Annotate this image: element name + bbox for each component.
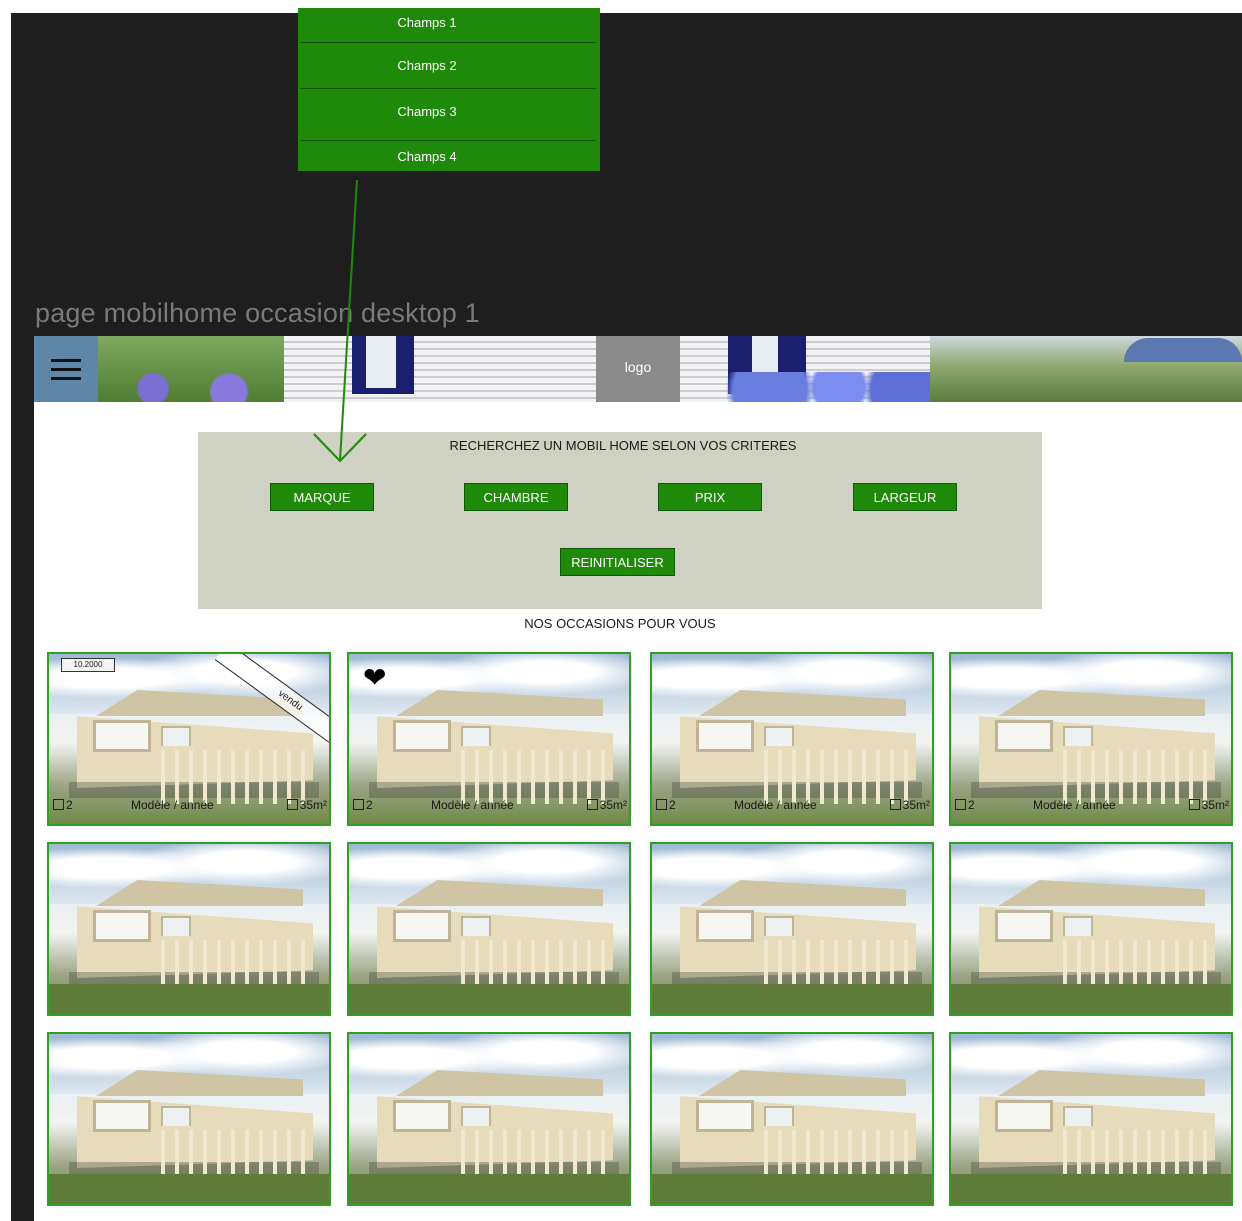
dropdown-menu: Champs 1 Champs 2 Champs 3 Champs 4	[298, 8, 600, 171]
listing-card[interactable]: 2 Modèle / année 35m²	[650, 652, 934, 826]
listing-card[interactable]: 2 Modèle / année 35m²	[949, 652, 1233, 826]
dropdown-item-champs-3[interactable]: Champs 3	[298, 90, 600, 138]
bed-icon	[53, 799, 64, 810]
listing-card[interactable]	[47, 842, 331, 1016]
banner-garden	[96, 336, 286, 402]
bed-count: 2	[53, 798, 73, 812]
area-icon	[286, 799, 298, 810]
card-info: 2 Modèle / année 35m²	[349, 796, 629, 816]
logo[interactable]: logo	[596, 336, 680, 402]
area: 35m²	[586, 798, 627, 812]
listing-card[interactable]	[347, 1032, 631, 1206]
banner-flowers	[724, 372, 954, 402]
bed-icon	[353, 799, 364, 810]
listing-card[interactable]	[949, 1032, 1233, 1206]
filter-marque-button[interactable]: MARQUE	[270, 483, 374, 511]
reset-button[interactable]: REINITIALISER	[560, 548, 675, 576]
model-year: Modèle / année	[1033, 798, 1116, 812]
card-info: 2 Modèle / année 35m²	[652, 796, 932, 816]
dropdown-item-champs-1[interactable]: Champs 1	[298, 12, 600, 34]
area: 35m²	[889, 798, 930, 812]
banner-roof	[1124, 338, 1242, 362]
divider	[300, 88, 596, 89]
heart-icon[interactable]: ❤	[363, 664, 386, 692]
page-frame: logo RECHERCHEZ UN MOBIL HOME SELON VOS …	[34, 336, 1242, 1221]
date-badge: 10.2000	[61, 658, 115, 672]
listing-card[interactable]	[650, 1032, 934, 1206]
listing-card[interactable]: 10.2000 vendu 2 Modèle / année 35m²	[47, 652, 331, 826]
bed-count: 2	[656, 798, 676, 812]
dropdown-item-champs-2[interactable]: Champs 2	[298, 44, 600, 88]
canvas-top-edge	[0, 0, 1242, 13]
model-year: Modèle / année	[734, 798, 817, 812]
hamburger-icon[interactable]	[34, 336, 98, 402]
divider	[300, 42, 596, 43]
search-panel: RECHERCHEZ UN MOBIL HOME SELON VOS CRITE…	[198, 432, 1042, 609]
model-year: Modèle / année	[431, 798, 514, 812]
listing-card[interactable]	[347, 842, 631, 1016]
filter-largeur-button[interactable]: LARGEUR	[853, 483, 957, 511]
filter-chambre-button[interactable]: CHAMBRE	[464, 483, 568, 511]
section-title: NOS OCCASIONS POUR VOUS	[524, 616, 716, 631]
bed-icon	[656, 799, 667, 810]
area-icon	[1188, 799, 1200, 810]
header-banner: logo	[34, 336, 1242, 402]
frame-label: page mobilhome occasion desktop 1	[35, 298, 480, 328]
card-info: 2 Modèle / année 35m²	[49, 796, 329, 816]
bed-count: 2	[353, 798, 373, 812]
listing-card[interactable]: ❤ 2 Modèle / année 35m²	[347, 652, 631, 826]
search-title: RECHERCHEZ UN MOBIL HOME SELON VOS CRITE…	[449, 438, 797, 453]
canvas-left-edge	[0, 0, 11, 1221]
filter-prix-button[interactable]: PRIX	[658, 483, 762, 511]
area-icon	[889, 799, 901, 810]
dropdown-item-champs-4[interactable]: Champs 4	[298, 141, 600, 173]
bed-count: 2	[955, 798, 975, 812]
listing-card[interactable]	[949, 842, 1233, 1016]
listing-card[interactable]	[650, 842, 934, 1016]
area: 35m²	[1188, 798, 1229, 812]
bed-icon	[955, 799, 966, 810]
listing-card[interactable]	[47, 1032, 331, 1206]
area-icon	[586, 799, 598, 810]
area: 35m²	[286, 798, 327, 812]
card-info: 2 Modèle / année 35m²	[951, 796, 1231, 816]
model-year: Modèle / année	[131, 798, 214, 812]
banner-window	[366, 336, 396, 388]
